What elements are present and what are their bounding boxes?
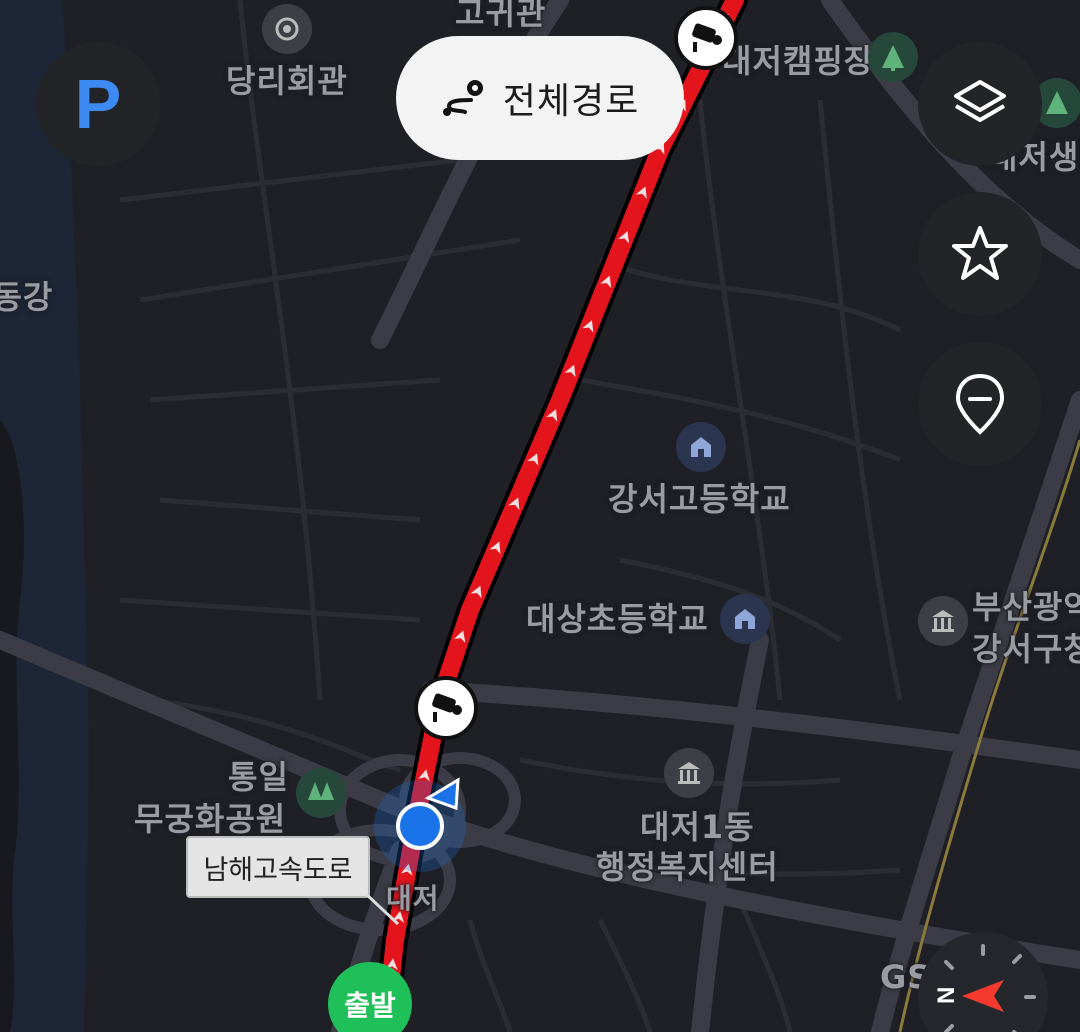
park-icon [868,32,918,82]
favorites-button[interactable] [918,192,1042,316]
label-busan-gangseo-1: 부산광역 [972,588,1080,626]
label-camping: 대저캠핑장 [722,42,875,80]
route-overview-button[interactable]: 전체경로 [396,36,684,160]
layers-button[interactable] [918,42,1042,166]
label-tongil-2: 무궁화공원 [134,800,287,838]
compass-icon: N [933,944,1036,1032]
government-icon [664,748,714,798]
route-overview-label: 전체경로 [502,81,640,122]
speed-camera-icon [414,676,478,740]
tooltip-pointer [364,892,400,926]
layers-icon [954,80,1006,122]
school-icon [676,422,726,472]
pin-minus-icon [955,373,1005,435]
label-tongil-1: 통일 [228,758,289,796]
speed-camera-icon [674,6,738,70]
parking-label: P [74,65,122,143]
label-top-partial: 고귀관 [455,0,547,32]
label-gangseo-high: 강서고등학교 [608,480,791,518]
label-daesang-elem: 대상초등학교 [526,600,709,638]
compass-button[interactable]: N [918,932,1048,1032]
compass-north-letter: N [933,987,960,1004]
government-icon [918,596,968,646]
parking-button[interactable]: P [36,42,160,166]
road-name-tooltip: 남해고속도로 [186,836,370,898]
remove-pin-button[interactable] [918,342,1042,466]
label-nakdong: 낙동강 [0,278,54,316]
label-danglihall: 당리회관 [226,62,348,100]
route-icon [442,80,483,116]
star-icon [952,226,1008,280]
pin-icon [262,4,312,54]
label-daejeo1-2: 행정복지센터 [596,848,779,886]
label-busan-gangseo-2: 강서구청 [972,630,1080,668]
school-icon [720,594,770,644]
park-icon [296,768,346,818]
label-daejeo1-1: 대저1동 [640,808,755,846]
current-location-dot [396,802,444,850]
